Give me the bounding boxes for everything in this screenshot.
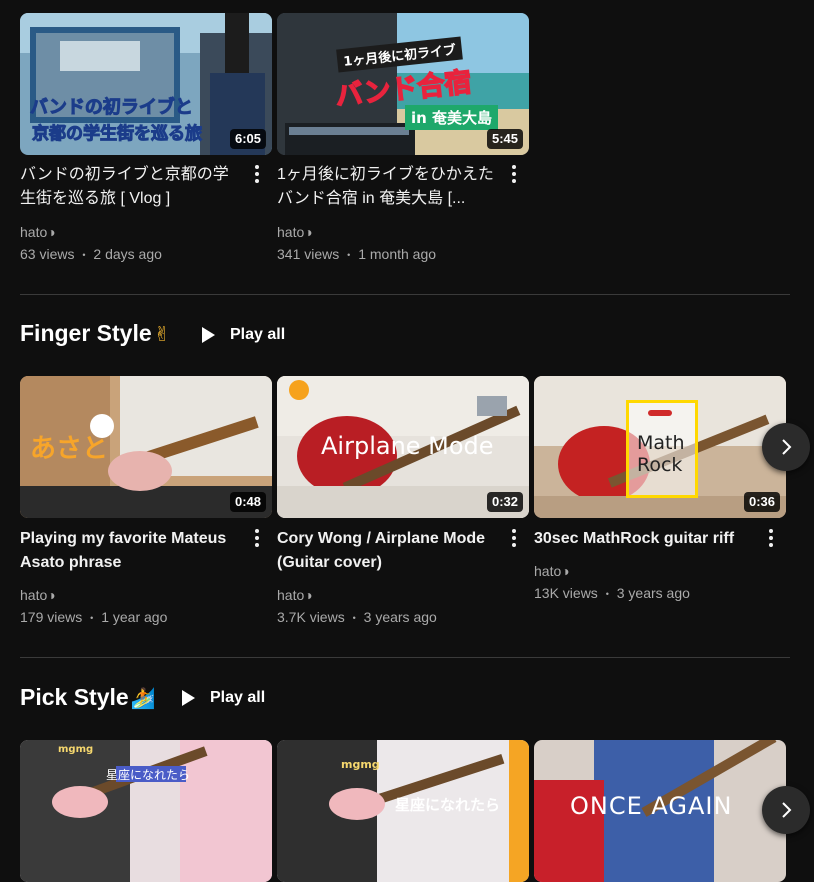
- shelf-next-button[interactable]: [762, 786, 810, 834]
- thumbnail-overlay-line2: Rock: [637, 454, 683, 476]
- more-actions-button[interactable]: [245, 526, 269, 550]
- play-all-button[interactable]: Play all: [180, 680, 265, 716]
- channel-name[interactable]: hato◑: [277, 585, 313, 605]
- shelf-divider: [20, 657, 790, 658]
- view-count: 3.7K views: [277, 609, 345, 625]
- more-actions-button[interactable]: [502, 526, 526, 550]
- thumbnail-overlay-text: 星座になれたら: [395, 796, 501, 814]
- thumbnail-overlay-line2: 京都の学生街を巡る旅: [32, 124, 203, 145]
- more-actions-button[interactable]: [245, 162, 269, 186]
- meta-separator: •: [90, 613, 94, 624]
- upload-age: 1 year ago: [101, 609, 168, 625]
- shelf-title-pick-style[interactable]: Pick Style 🏄: [20, 684, 156, 711]
- shelf-emoji: ✌: [153, 324, 171, 346]
- thumbnail-art: [20, 740, 272, 882]
- upload-age: 2 days ago: [93, 246, 162, 262]
- shelf-emoji: 🏄: [130, 688, 156, 710]
- shelf-title-text: Pick Style: [20, 684, 129, 710]
- video-title[interactable]: Cory Wong / Airplane Mode (Guitar cover): [277, 527, 499, 575]
- shelf-next-button[interactable]: [762, 423, 810, 471]
- video-thumbnail-pick-3[interactable]: ONCE AGAIN: [534, 740, 786, 882]
- kebab-vertical-icon: [512, 529, 516, 547]
- duration-badge: 6:05: [229, 129, 266, 149]
- view-count: 341 views: [277, 246, 340, 262]
- video-thumbnail-airplane-mode[interactable]: Airplane Mode 0:32: [277, 376, 529, 518]
- play-triangle-icon: [202, 327, 215, 343]
- play-triangle-icon: [182, 690, 195, 706]
- thumbnail-overlay-badge: in 奄美大島: [405, 105, 499, 130]
- more-actions-button[interactable]: [759, 526, 783, 550]
- chevron-right-icon: [782, 439, 792, 455]
- chevron-right-icon: [782, 802, 792, 818]
- thumbnail-overlay-brand: mgmg: [341, 758, 380, 771]
- channel-name[interactable]: hato◑: [20, 222, 56, 242]
- thumbnail-overlay-text: Airplane Mode: [321, 432, 494, 460]
- kebab-vertical-icon: [512, 165, 516, 183]
- thumbnail-overlay-text: ONCE AGAIN: [570, 792, 733, 820]
- video-title[interactable]: バンドの初ライブと京都の学生街を巡る旅 [ Vlog ]: [20, 163, 242, 211]
- upload-age: 1 month ago: [358, 246, 437, 262]
- kebab-vertical-icon: [769, 529, 773, 547]
- video-title[interactable]: 30sec MathRock guitar riff: [534, 527, 756, 551]
- duration-badge: 0:36: [743, 492, 780, 512]
- view-count: 63 views: [20, 246, 75, 262]
- channel-name[interactable]: hato◑: [277, 222, 313, 242]
- thumbnail-overlay-line1: バンドの初ライブと: [30, 97, 194, 119]
- play-all-label: Play all: [230, 326, 286, 343]
- video-meta: 341 views • 1 month ago: [277, 244, 436, 265]
- duration-badge: 0:48: [229, 492, 266, 512]
- video-thumbnail-mathrock[interactable]: Math Rock 0:36: [534, 376, 786, 518]
- view-count: 179 views: [20, 609, 83, 625]
- video-thumbnail-vlog[interactable]: バンドの初ライブと 京都の学生街を巡る旅 6:05: [20, 13, 272, 155]
- view-count: 13K views: [534, 585, 598, 601]
- shelf-title-text: Finger Style: [20, 320, 152, 346]
- video-title[interactable]: 1ヶ月後に初ライブをひかえたバンド合宿 in 奄美大島 [...: [277, 163, 499, 211]
- meta-separator: •: [347, 250, 351, 261]
- kebab-vertical-icon: [255, 165, 259, 183]
- video-thumbnail-pick-2[interactable]: mgmg 星座になれたら: [277, 740, 529, 882]
- meta-separator: •: [605, 589, 609, 600]
- mathrock-frame-tab: [648, 410, 672, 416]
- upload-age: 3 years ago: [616, 585, 690, 601]
- duration-badge: 0:32: [486, 492, 523, 512]
- more-actions-button[interactable]: [502, 162, 526, 186]
- play-all-button[interactable]: Play all: [200, 317, 285, 353]
- play-all-label: Play all: [210, 689, 266, 706]
- video-meta: 63 views • 2 days ago: [20, 244, 162, 265]
- video-thumbnail-mateus-asato[interactable]: あさと 0:48: [20, 376, 272, 518]
- thumbnail-overlay-line1: Math: [637, 432, 685, 454]
- video-title[interactable]: Playing my favorite Mateus Asato phrase: [20, 527, 242, 575]
- meta-separator: •: [82, 250, 86, 261]
- upload-age: 3 years ago: [363, 609, 437, 625]
- thumbnail-overlay-text: あさと: [30, 434, 109, 464]
- video-meta: 13K views • 3 years ago: [534, 583, 690, 604]
- shelf-title-finger-style[interactable]: Finger Style ✌: [20, 320, 170, 347]
- duration-badge: 5:45: [486, 129, 523, 149]
- channel-name[interactable]: hato◑: [534, 561, 570, 581]
- video-meta: 179 views • 1 year ago: [20, 607, 167, 628]
- kebab-vertical-icon: [255, 529, 259, 547]
- video-thumbnail-band-camp[interactable]: 1ヶ月後に初ライブ バンド合宿 in 奄美大島 5:45: [277, 13, 529, 155]
- channel-name[interactable]: hato◑: [20, 585, 56, 605]
- meta-separator: •: [352, 613, 356, 624]
- video-thumbnail-pick-1[interactable]: mgmg 星座になれたら: [20, 740, 272, 882]
- thumbnail-overlay-brand: mgmg: [58, 744, 94, 755]
- shelf-divider: [20, 294, 790, 295]
- video-meta: 3.7K views • 3 years ago: [277, 607, 437, 628]
- thumbnail-overlay-text: 星座になれたら: [106, 768, 191, 782]
